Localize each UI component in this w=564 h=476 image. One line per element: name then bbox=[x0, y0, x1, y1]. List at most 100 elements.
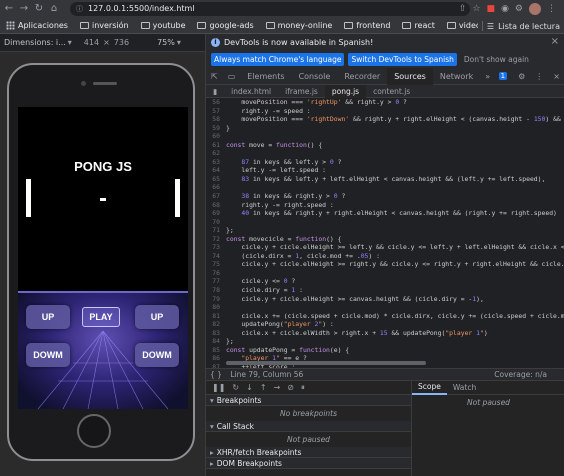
avatar[interactable] bbox=[529, 3, 541, 15]
star-icon[interactable]: ☆ bbox=[472, 2, 480, 16]
bookmark-apps[interactable]: Aplicaciones bbox=[0, 21, 74, 30]
breakpoints-section[interactable]: ▾ Breakpoints bbox=[206, 395, 411, 406]
line-number[interactable]: 69 bbox=[206, 209, 226, 218]
step-icon[interactable]: → bbox=[274, 383, 281, 392]
line-number[interactable]: 59 bbox=[206, 124, 226, 133]
line-number[interactable]: 62 bbox=[206, 149, 226, 158]
xhr-breakpoints-section[interactable]: ▸ XHR/fetch Breakpoints bbox=[206, 447, 411, 458]
inspect-icon[interactable]: ⇱ bbox=[206, 72, 223, 81]
step-out-icon[interactable]: ↑ bbox=[260, 383, 267, 392]
line-number[interactable]: 77 bbox=[206, 277, 226, 286]
device-toggle-icon[interactable]: ▭ bbox=[223, 72, 241, 81]
left-up-button[interactable]: UP bbox=[26, 305, 70, 329]
bookmark-folder[interactable]: inversión bbox=[74, 21, 135, 30]
line-number[interactable]: 57 bbox=[206, 107, 226, 116]
extension-icon[interactable]: ◉ bbox=[501, 2, 509, 16]
home-icon[interactable]: ⌂ bbox=[48, 2, 60, 16]
more-tabs-icon[interactable]: » bbox=[480, 72, 495, 81]
file-tab-index[interactable]: index.html bbox=[224, 85, 278, 98]
dimensions-select[interactable]: Dimensions: i... bbox=[4, 38, 66, 47]
bookmark-folder[interactable]: frontend bbox=[338, 21, 396, 30]
line-number[interactable]: 83 bbox=[206, 329, 226, 338]
step-into-icon[interactable]: ↓ bbox=[246, 383, 253, 392]
close-icon[interactable]: × bbox=[548, 72, 564, 81]
dom-breakpoints-section[interactable]: ▸ DOM Breakpoints bbox=[206, 458, 411, 469]
url-field[interactable]: ⓘ 127.0.0.1:5500/index.html bbox=[70, 2, 470, 16]
switch-language-button[interactable]: Switch DevTools to Spanish bbox=[348, 53, 457, 66]
line-number[interactable]: 85 bbox=[206, 346, 226, 355]
call-stack-section[interactable]: ▾ Call Stack bbox=[206, 421, 411, 432]
bookmark-folder[interactable]: react bbox=[396, 21, 440, 30]
width-input[interactable]: 414 bbox=[84, 38, 99, 47]
tab-network[interactable]: Network bbox=[433, 68, 480, 85]
reload-icon[interactable]: ↻ bbox=[33, 2, 45, 16]
reading-list[interactable]: ☰ Lista de lectura bbox=[477, 18, 564, 33]
bookmark-folder[interactable]: google-ads bbox=[191, 21, 259, 30]
match-language-button[interactable]: Always match Chrome's language bbox=[211, 53, 345, 66]
code-editor[interactable]: 56 movePosition === 'rightUp' && right.y… bbox=[206, 98, 564, 368]
line-number[interactable]: 73 bbox=[206, 243, 226, 252]
more-options-icon[interactable]: ⋮ bbox=[530, 72, 548, 81]
pause-icon[interactable]: ❚❚ bbox=[212, 383, 225, 392]
tab-console[interactable]: Console bbox=[292, 68, 338, 85]
line-number[interactable]: 65 bbox=[206, 175, 226, 184]
line-number[interactable]: 79 bbox=[206, 295, 226, 304]
tab-recorder[interactable]: Recorder bbox=[337, 68, 387, 85]
line-number[interactable]: 72 bbox=[206, 235, 226, 244]
tab-elements[interactable]: Elements bbox=[240, 68, 291, 85]
play-button[interactable]: PLAY bbox=[82, 307, 120, 327]
line-number[interactable]: 78 bbox=[206, 286, 226, 295]
line-number[interactable]: 75 bbox=[206, 260, 226, 269]
line-number[interactable]: 66 bbox=[206, 183, 226, 192]
horizontal-scrollbar[interactable] bbox=[226, 361, 426, 365]
right-down-button[interactable]: DOWM bbox=[135, 343, 179, 367]
gear-icon[interactable]: ⚙ bbox=[513, 72, 530, 81]
back-icon[interactable]: ← bbox=[3, 2, 15, 16]
line-number[interactable]: 70 bbox=[206, 218, 226, 227]
file-tab-pong[interactable]: pong.js bbox=[324, 84, 367, 98]
close-icon[interactable]: × bbox=[551, 36, 559, 47]
format-icon[interactable]: { } bbox=[210, 370, 222, 379]
bookmark-folder[interactable]: youtube bbox=[135, 21, 192, 30]
issues-badge[interactable]: 1 bbox=[498, 72, 508, 80]
line-number[interactable]: 84 bbox=[206, 337, 226, 346]
sidebar-toggle-icon[interactable]: ▮ bbox=[206, 85, 224, 98]
extension-icon[interactable]: ■ bbox=[487, 2, 496, 16]
puzzle-icon[interactable]: ⚙ bbox=[515, 2, 523, 16]
right-up-button[interactable]: UP bbox=[135, 305, 179, 329]
line-number[interactable]: 82 bbox=[206, 320, 226, 329]
line-number[interactable]: 64 bbox=[206, 166, 226, 175]
line-number[interactable]: 63 bbox=[206, 158, 226, 167]
chevron-down-icon[interactable]: ▾ bbox=[68, 38, 72, 47]
menu-icon[interactable]: ⋮ bbox=[547, 2, 556, 16]
line-number[interactable]: 68 bbox=[206, 201, 226, 210]
pause-on-exceptions-icon[interactable]: ⏸ bbox=[301, 383, 305, 393]
line-number[interactable]: 76 bbox=[206, 269, 226, 278]
home-button[interactable] bbox=[77, 414, 111, 448]
info-icon[interactable]: ⓘ bbox=[76, 2, 83, 16]
deactivate-breakpoints-icon[interactable]: ⊘ bbox=[287, 383, 294, 392]
line-number[interactable]: 86 bbox=[206, 354, 226, 363]
tab-scope[interactable]: Scope bbox=[412, 381, 447, 395]
line-number[interactable]: 81 bbox=[206, 312, 226, 321]
line-number[interactable]: 61 bbox=[206, 141, 226, 150]
zoom-select[interactable]: 75% bbox=[157, 38, 175, 47]
bookmark-folder[interactable]: money-online bbox=[260, 21, 339, 30]
line-number[interactable]: 60 bbox=[206, 132, 226, 141]
line-number[interactable]: 56 bbox=[206, 98, 226, 107]
left-down-button[interactable]: DOWM bbox=[26, 343, 70, 367]
tab-sources[interactable]: Sources bbox=[387, 67, 433, 85]
step-over-icon[interactable]: ↻ bbox=[232, 383, 239, 392]
line-number[interactable]: 74 bbox=[206, 252, 226, 261]
file-tab-iframe[interactable]: iframe.js bbox=[278, 85, 325, 98]
line-number[interactable]: 71 bbox=[206, 226, 226, 235]
dont-show-button[interactable]: Don't show again bbox=[461, 53, 532, 66]
tab-watch[interactable]: Watch bbox=[447, 381, 482, 395]
line-number[interactable]: 67 bbox=[206, 192, 226, 201]
line-number[interactable]: 80 bbox=[206, 303, 226, 312]
forward-icon[interactable]: → bbox=[18, 2, 30, 16]
file-tab-content[interactable]: content.js bbox=[366, 85, 417, 98]
chevron-down-icon[interactable]: ▾ bbox=[177, 38, 181, 47]
share-icon[interactable]: ⇧ bbox=[459, 2, 467, 16]
line-number[interactable]: 58 bbox=[206, 115, 226, 124]
